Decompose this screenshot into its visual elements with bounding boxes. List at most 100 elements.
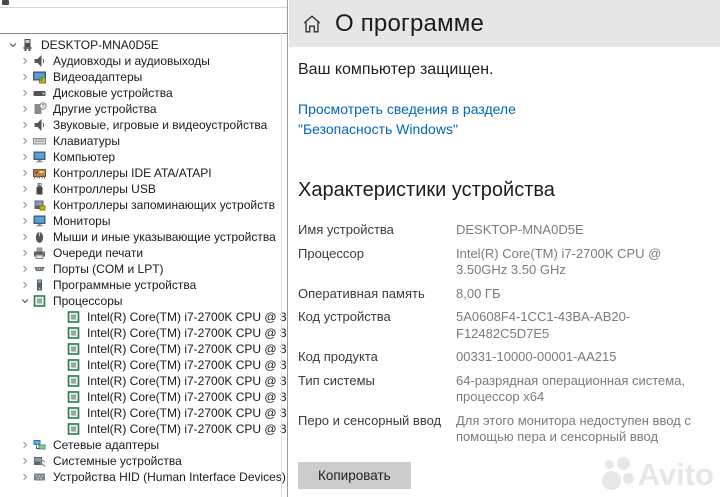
speaker-icon [32, 54, 47, 68]
tree-item[interactable]: Программные устройства [0, 277, 287, 293]
cropped-menu-text-fragment [2, 0, 9, 5]
tree-item[interactable]: Компьютер [0, 149, 287, 165]
tree-item-label: Intel(R) Core(TM) i7-2700K CPU @ 3.50GHz [87, 422, 287, 436]
tree-item-label: Intel(R) Core(TM) i7-2700K CPU @ 3.50GHz [87, 310, 287, 324]
tree-item-label: Контроллеры запоминающих устройств [53, 198, 275, 212]
tree-item-label: Компьютер [53, 150, 116, 164]
tree-item-label: DESKTOP-MNA0D5E [41, 38, 159, 52]
spec-row: Код устройства 5A0608F4-1CC1-43BA-AB20-F1… [298, 309, 712, 342]
chevron-right-icon[interactable] [18, 102, 32, 116]
chevron-right-icon[interactable] [18, 214, 32, 228]
chevron-down-icon[interactable] [18, 294, 32, 308]
page-title: О программе [335, 9, 485, 37]
tree-item[interactable]: Устройства HID (Human Interface Devices) [0, 469, 287, 485]
software-device-icon [32, 278, 47, 292]
cpu-icon [32, 294, 47, 308]
spec-label: Процессор [298, 245, 364, 261]
port-icon [32, 262, 47, 276]
tree-item[interactable]: Звуковые, игровые и видеоустройства [0, 117, 287, 133]
tree-item[interactable]: Intel(R) Core(TM) i7-2700K CPU @ 3.50GHz [0, 357, 287, 373]
tree-item[interactable]: Порты (COM и LPT) [0, 261, 287, 277]
tree-item[interactable]: Intel(R) Core(TM) i7-2700K CPU @ 3.50GHz [0, 341, 287, 357]
chevron-right-icon[interactable] [18, 134, 32, 148]
tree-item-label: Intel(R) Core(TM) i7-2700K CPU @ 3.50GHz [87, 326, 287, 340]
menu-bar-edge [0, 0, 287, 8]
tree-item-label: Другие устройства [53, 102, 157, 116]
tree-item-label: Дисковые устройства [53, 86, 173, 100]
chevron-right-icon[interactable] [18, 454, 32, 468]
home-icon[interactable] [301, 13, 323, 35]
tree-item-label: Клавиатуры [53, 134, 120, 148]
chevron-right-icon[interactable] [18, 86, 32, 100]
tree-item[interactable]: Intel(R) Core(TM) i7-2700K CPU @ 3.50GHz [0, 309, 287, 325]
tree-item[interactable]: Контроллеры USB [0, 181, 287, 197]
cpu-icon [66, 390, 81, 404]
tree-item[interactable]: Очереди печати [0, 245, 287, 261]
tree-item[interactable]: Intel(R) Core(TM) i7-2700K CPU @ 3.50GHz [0, 421, 287, 437]
device-tree[interactable]: DESKTOP-MNA0D5E Аудиовходы и аудиовыходы В… [0, 33, 287, 497]
chevron-placeholder [52, 390, 66, 404]
toolbar-area [0, 9, 287, 33]
tree-item[interactable]: Мониторы [0, 213, 287, 229]
storage-controller-icon [32, 198, 47, 212]
chevron-right-icon[interactable] [18, 438, 32, 452]
tree-item-label: Intel(R) Core(TM) i7-2700K CPU @ 3.50GHz [87, 374, 287, 388]
tree-item[interactable]: DESKTOP-MNA0D5E [0, 37, 287, 53]
about-header: О программе [289, 0, 720, 47]
chevron-right-icon[interactable] [18, 182, 32, 196]
chevron-right-icon[interactable] [18, 230, 32, 244]
chevron-right-icon[interactable] [18, 262, 32, 276]
spec-value: Intel(R) Core(TM) i7-2700K CPU @ 3.50GHz… [456, 245, 662, 278]
cpu-icon [66, 422, 81, 436]
tree-item-label: Мыши и иные указывающие устройства [53, 230, 276, 244]
cpu-icon [66, 310, 81, 324]
tree-item[interactable]: Системные устройства [0, 453, 287, 469]
chevron-right-icon[interactable] [18, 54, 32, 68]
tree-item[interactable]: Сетевые адаптеры [0, 437, 287, 453]
chevron-right-icon[interactable] [18, 150, 32, 164]
tree-item-label: Intel(R) Core(TM) i7-2700K CPU @ 3.50GHz [87, 342, 287, 356]
tree-item-label: Контроллеры USB [53, 182, 156, 196]
chevron-right-icon[interactable] [18, 278, 32, 292]
spec-row: Имя устройства DESKTOP-MNA0D5E [298, 222, 712, 239]
video-adapter-icon [32, 70, 47, 84]
tree-item[interactable]: Видеоадаптеры [0, 69, 287, 85]
chevron-right-icon[interactable] [18, 70, 32, 84]
device-manager-window: DESKTOP-MNA0D5E Аудиовходы и аудиовыходы В… [0, 0, 288, 497]
spec-value: Для этого монитора недоступен ввод с пом… [456, 412, 691, 445]
tree-item[interactable]: Процессоры [0, 293, 287, 309]
svg-text:?: ? [42, 104, 45, 110]
tree-item[interactable]: Мыши и иные указывающие устройства [0, 229, 287, 245]
chevron-right-icon[interactable] [18, 470, 32, 484]
windows-security-link[interactable]: Просмотреть сведения в разделе "Безопасн… [298, 99, 598, 139]
tree-item[interactable]: Контроллеры IDE ATA/ATAPI [0, 165, 287, 181]
spec-row: Оперативная память 8,00 ГБ [298, 286, 712, 303]
tree-item[interactable]: Аудиовходы и аудиовыходы [0, 53, 287, 69]
monitor-icon [32, 214, 47, 228]
tree-item[interactable]: Клавиатуры [0, 133, 287, 149]
chevron-down-icon[interactable] [6, 38, 20, 52]
tree-item-label: Мониторы [53, 214, 111, 228]
device-specs-title: Характеристики устройства [298, 179, 555, 201]
cpu-icon [66, 358, 81, 372]
tree-item-label: Intel(R) Core(TM) i7-2700K CPU @ 3.50GHz [87, 390, 287, 404]
disk-icon [32, 86, 47, 100]
chevron-right-icon[interactable] [18, 198, 32, 212]
tree-item[interactable]: Intel(R) Core(TM) i7-2700K CPU @ 3.50GHz [0, 405, 287, 421]
tree-item-label: Звуковые, игровые и видеоустройства [53, 118, 268, 132]
copy-button[interactable]: Копировать [298, 461, 411, 489]
hid-icon [32, 470, 47, 484]
ide-controller-icon [32, 166, 47, 180]
tree-item-label: Системные устройства [53, 454, 182, 468]
chevron-right-icon[interactable] [18, 166, 32, 180]
chevron-placeholder [52, 358, 66, 372]
spec-label: Тип системы [298, 372, 375, 388]
chevron-right-icon[interactable] [18, 246, 32, 260]
tree-item[interactable]: ? Другие устройства [0, 101, 287, 117]
tree-item[interactable]: Дисковые устройства [0, 85, 287, 101]
tree-item[interactable]: Intel(R) Core(TM) i7-2700K CPU @ 3.50GHz [0, 373, 287, 389]
tree-item[interactable]: Intel(R) Core(TM) i7-2700K CPU @ 3.50GHz [0, 325, 287, 341]
tree-item[interactable]: Intel(R) Core(TM) i7-2700K CPU @ 3.50GHz [0, 389, 287, 405]
tree-item[interactable]: Контроллеры запоминающих устройств [0, 197, 287, 213]
chevron-right-icon[interactable] [18, 118, 32, 132]
